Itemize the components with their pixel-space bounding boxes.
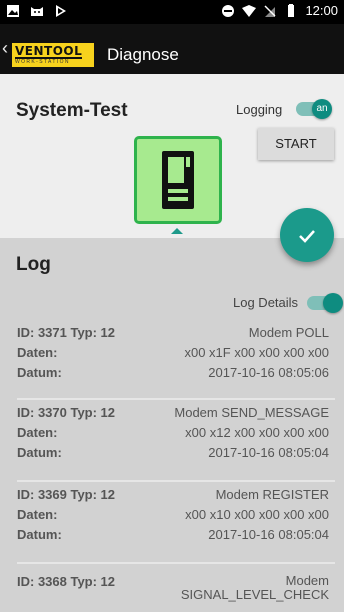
vending-machine-tile[interactable] bbox=[134, 136, 222, 224]
back-arrow-icon[interactable]: ‹ bbox=[2, 38, 8, 58]
log-entry-datum: 2017-10-16 08:05:06 bbox=[208, 365, 329, 380]
status-bar: 12:00 bbox=[0, 0, 344, 24]
toolbar-title: Diagnose bbox=[107, 45, 179, 64]
log-entry-datum-label: Datum: bbox=[17, 365, 62, 380]
check-icon bbox=[299, 230, 315, 243]
log-entry-daten-label: Daten: bbox=[17, 425, 58, 440]
log-entry[interactable]: ID: 3371 Typ: 12 Modem POLL Daten: x00 x… bbox=[17, 320, 335, 400]
log-entry[interactable]: ID: 3370 Typ: 12 Modem SEND_MESSAGE Date… bbox=[17, 398, 335, 480]
log-entry-message: Modem SIGNAL_LEVEL_CHECK bbox=[180, 573, 329, 602]
log-entry-message: Modem POLL bbox=[248, 325, 329, 340]
play-store-icon bbox=[56, 5, 66, 17]
cat-icon bbox=[31, 7, 43, 16]
log-entry-daten: x00 x1F x00 x00 x00 x00 bbox=[184, 345, 329, 360]
status-time: 12:00 bbox=[305, 3, 338, 18]
logo-subtitle: WORK-STATION bbox=[15, 59, 70, 65]
log-entry-id: ID: 3368 Typ: 12 bbox=[17, 574, 116, 589]
log-title: Log bbox=[16, 254, 51, 275]
log-entry-daten: x00 x12 x00 x00 x00 x00 bbox=[185, 425, 329, 440]
wifi-icon bbox=[242, 4, 257, 17]
logging-toggle[interactable]: an bbox=[296, 99, 332, 119]
vending-machine-icon bbox=[162, 151, 194, 209]
minus-circle-icon bbox=[222, 4, 235, 17]
log-details-toggle-knob bbox=[323, 293, 343, 313]
image-icon bbox=[7, 5, 19, 17]
system-test-title: System-Test bbox=[16, 100, 128, 121]
log-entry-daten: x00 x10 x00 x00 x00 x00 bbox=[185, 507, 329, 522]
log-entry-daten-label: Daten: bbox=[17, 507, 58, 522]
logging-label: Logging bbox=[236, 102, 283, 117]
logo-text: VENTOOL bbox=[15, 44, 83, 59]
log-entry-datum-label: Datum: bbox=[17, 445, 62, 460]
log-entry[interactable]: ID: 3369 Typ: 12 Modem REGISTER Daten: x… bbox=[17, 480, 335, 562]
ventool-logo[interactable]: VENTOOL WORK-STATION bbox=[12, 43, 94, 67]
start-button[interactable]: START bbox=[258, 128, 334, 160]
log-entry-datum-label: Datum: bbox=[17, 527, 62, 542]
log-entry-datum: 2017-10-16 08:05:04 bbox=[208, 445, 329, 460]
log-details-toggle[interactable] bbox=[307, 293, 343, 313]
log-entry[interactable]: ID: 3368 Typ: 12 Modem SIGNAL_LEVEL_CHEC… bbox=[17, 562, 335, 612]
tile-selected-indicator bbox=[171, 228, 183, 234]
no-sim-icon bbox=[264, 4, 276, 17]
confirm-fab[interactable] bbox=[280, 208, 334, 262]
log-entry-id: ID: 3370 Typ: 12 bbox=[17, 405, 116, 420]
log-entry-datum: 2017-10-16 08:05:04 bbox=[208, 527, 329, 542]
log-entry-message: Modem REGISTER bbox=[215, 487, 329, 502]
battery-icon bbox=[288, 3, 295, 17]
log-details-label: Log Details bbox=[233, 295, 299, 310]
logging-toggle-knob: an bbox=[312, 99, 332, 119]
log-entry-id: ID: 3369 Typ: 12 bbox=[17, 487, 116, 502]
app-toolbar: ‹ VENTOOL WORK-STATION Diagnose bbox=[0, 24, 344, 74]
log-entry-id: ID: 3371 Typ: 12 bbox=[17, 325, 116, 340]
log-entry-message: Modem SEND_MESSAGE bbox=[174, 405, 329, 420]
log-entry-daten-label: Daten: bbox=[17, 345, 58, 360]
